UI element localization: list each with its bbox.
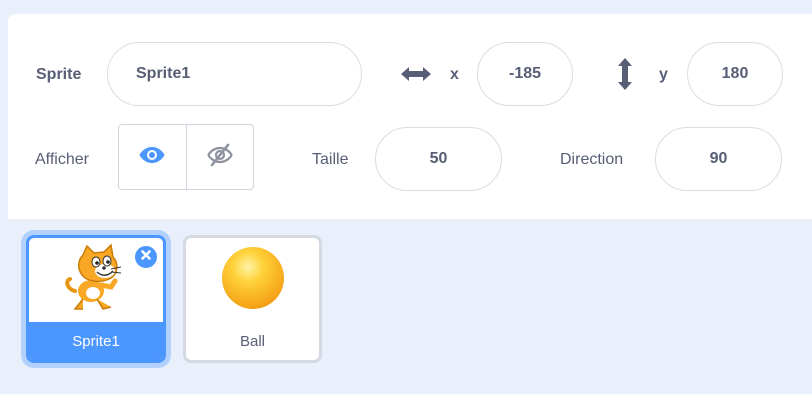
hide-button[interactable] [185, 125, 254, 189]
direction-label: Direction [560, 151, 624, 168]
y-label: y [659, 66, 668, 83]
sprite-tile-label: Ball [239, 332, 265, 350]
x-label: x [450, 66, 459, 83]
sprite-name-input[interactable]: Sprite1 [107, 42, 362, 106]
close-icon [140, 248, 152, 266]
delete-sprite-button[interactable] [133, 244, 159, 270]
show-button[interactable] [119, 125, 186, 189]
sprite-label: Sprite [36, 66, 82, 83]
eye-icon [138, 145, 166, 170]
show-label: Afficher [35, 151, 89, 168]
vertical-arrows-icon [614, 56, 636, 92]
sprite-tile-label: Sprite1 [29, 322, 163, 360]
x-input[interactable]: -185 [477, 42, 573, 106]
size-input[interactable]: 50 [375, 127, 502, 191]
eye-slash-icon [206, 143, 234, 172]
visibility-toggle [118, 124, 254, 190]
ball-icon [220, 245, 286, 316]
scratch-cat-icon [61, 242, 131, 318]
horizontal-arrows-icon [399, 63, 433, 85]
sprite-tile-ball[interactable]: Ball [183, 235, 322, 363]
sprite-thumbnail [186, 238, 319, 322]
direction-input[interactable]: 90 [655, 127, 782, 191]
size-label: Taille [312, 151, 349, 168]
y-input[interactable]: 180 [687, 42, 783, 106]
